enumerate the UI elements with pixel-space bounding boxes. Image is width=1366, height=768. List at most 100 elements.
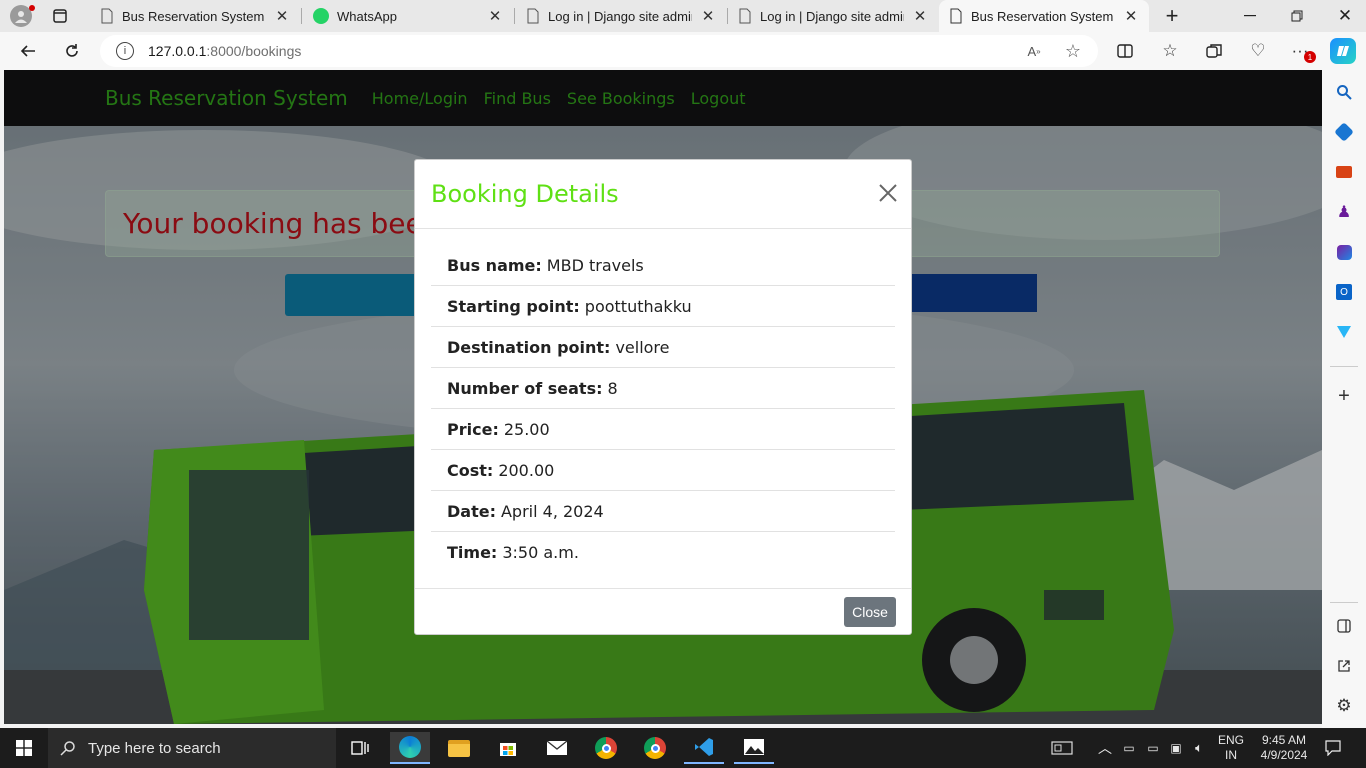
edge-taskbar-icon[interactable] xyxy=(390,732,430,764)
read-aloud-icon[interactable]: A» xyxy=(1024,41,1044,61)
info-icon[interactable]: i xyxy=(116,42,134,60)
tab-actions-icon[interactable] xyxy=(50,6,70,26)
drop-send-icon[interactable] xyxy=(1332,320,1356,344)
detail-label: Date: xyxy=(447,501,496,521)
back-arrow-icon[interactable] xyxy=(14,37,42,65)
notification-badge: 1 xyxy=(1304,51,1316,63)
photos-icon[interactable] xyxy=(734,732,774,764)
region-code: IN xyxy=(1225,748,1237,762)
modal-title: Booking Details xyxy=(431,180,619,208)
mail-icon[interactable] xyxy=(537,732,577,764)
page-icon xyxy=(101,8,113,24)
browser-tab[interactable]: WhatsApp ✕ xyxy=(303,0,513,32)
split-screen-icon[interactable] xyxy=(1111,37,1139,65)
close-window-icon[interactable]: ✕ xyxy=(1333,4,1357,28)
games-icon[interactable]: ♟ xyxy=(1332,200,1356,224)
show-hidden-icons-icon[interactable]: ︿ xyxy=(1095,728,1115,768)
detail-label: Starting point: xyxy=(447,296,580,316)
whatsapp-icon xyxy=(313,8,329,24)
detail-value: 200.00 xyxy=(498,460,555,480)
search-icon xyxy=(60,740,76,756)
volume-icon[interactable]: 🔈︎ xyxy=(1189,728,1209,768)
tab-separator xyxy=(301,8,302,24)
clock[interactable]: 9:45 AM 4/9/2024 xyxy=(1253,728,1315,768)
tab-title: WhatsApp xyxy=(337,8,397,24)
detail-value: 25.00 xyxy=(503,419,550,439)
language-indicator[interactable]: ENG IN xyxy=(1213,728,1249,768)
notification-center-icon[interactable] xyxy=(1322,728,1344,768)
modal-close-button[interactable]: Close xyxy=(844,597,896,627)
external-link-icon[interactable] xyxy=(1332,654,1356,678)
detail-label: Cost: xyxy=(447,460,494,480)
page-icon xyxy=(739,8,751,24)
vscode-icon[interactable] xyxy=(684,732,724,764)
url-path: :8000/bookings xyxy=(206,43,302,59)
add-sidebar-app-icon[interactable]: + xyxy=(1332,384,1356,408)
hide-sidebar-icon[interactable] xyxy=(1332,614,1356,638)
tab-title: Log in | Django site admin xyxy=(548,8,692,24)
favorite-star-icon[interactable]: ☆ xyxy=(1062,40,1084,62)
booking-details-modal: Booking Details Bus name: MBD travels Sta… xyxy=(414,159,912,635)
detail-row-bus-name: Bus name: MBD travels xyxy=(431,245,895,286)
desktop-peek-icon[interactable] xyxy=(1048,728,1076,768)
browser-tab-strip: Bus Reservation System in D ✕ WhatsApp ✕… xyxy=(0,0,1366,32)
browser-essentials-icon[interactable]: ♡ xyxy=(1244,37,1272,65)
close-tab-icon[interactable]: ✕ xyxy=(487,8,503,25)
file-explorer-icon[interactable] xyxy=(439,732,479,764)
browser-tab[interactable]: Log in | Django site admin ✕ xyxy=(516,0,726,32)
sidebar-divider xyxy=(1330,602,1358,603)
url-host: 127.0.0.1 xyxy=(148,43,207,59)
windows-taskbar: Type here to search ︿ ▭ ▭ ▣ 🔈︎ ENG IN 9:… xyxy=(0,728,1366,768)
restore-icon[interactable] xyxy=(1285,4,1309,28)
close-tab-icon[interactable]: ✕ xyxy=(912,8,928,25)
modal-body: Bus name: MBD travels Starting point: poot… xyxy=(415,229,911,573)
profile-alert-dot xyxy=(29,5,35,11)
close-tab-icon[interactable]: ✕ xyxy=(1123,8,1139,25)
tab-separator xyxy=(514,8,515,24)
meet-now-icon[interactable]: ▭ xyxy=(1119,728,1139,768)
microsoft-365-icon[interactable] xyxy=(1332,240,1356,264)
favorites-icon[interactable]: ☆ xyxy=(1156,37,1184,65)
url-bar[interactable]: i 127.0.0.1:8000/bookings A» ☆ xyxy=(100,35,1098,67)
browser-tab[interactable]: Log in | Django site admin ✕ xyxy=(728,0,938,32)
shopping-tag-icon[interactable] xyxy=(1332,120,1356,144)
detail-row-time: Time: 3:50 a.m. xyxy=(431,532,895,573)
windows-start-icon[interactable] xyxy=(6,732,42,764)
minimize-icon[interactable] xyxy=(1238,4,1262,28)
search-placeholder: Type here to search xyxy=(88,739,221,757)
close-tab-icon[interactable]: ✕ xyxy=(274,8,290,25)
detail-label: Bus name: xyxy=(447,255,542,275)
browser-tab[interactable]: Bus Reservation System in D ✕ xyxy=(90,0,300,32)
collections-icon[interactable] xyxy=(1200,37,1228,65)
browser-tab-active[interactable]: Bus Reservation System in D ✕ xyxy=(939,0,1149,32)
detail-label: Destination point: xyxy=(447,337,611,357)
microsoft-store-icon[interactable] xyxy=(488,732,528,764)
taskbar-search-box[interactable]: Type here to search xyxy=(48,728,336,768)
new-tab-icon[interactable]: + xyxy=(1160,3,1184,28)
detail-row-number-of-seats: Number of seats: 8 xyxy=(431,368,895,409)
modal-close-icon[interactable] xyxy=(875,180,901,206)
chrome-profile-icon[interactable] xyxy=(635,732,675,764)
refresh-icon[interactable] xyxy=(58,37,86,65)
tab-title: Bus Reservation System in D xyxy=(971,8,1115,24)
detail-value: 3:50 a.m. xyxy=(502,543,579,562)
chrome-icon[interactable] xyxy=(586,732,626,764)
copilot-icon[interactable] xyxy=(1330,38,1356,64)
detail-row-cost: Cost: 200.00 xyxy=(431,450,895,491)
tab-title: Bus Reservation System in D xyxy=(122,8,266,24)
web-page: Bus Reservation System Home/Login Find B… xyxy=(4,70,1322,724)
edge-sidebar: ♟ O + ⚙ xyxy=(1322,70,1366,728)
page-icon xyxy=(527,8,539,24)
battery-icon[interactable]: ▭ xyxy=(1142,728,1164,768)
detail-label: Number of seats: xyxy=(447,378,603,398)
network-icon[interactable]: ▣ xyxy=(1166,728,1186,768)
tools-briefcase-icon[interactable] xyxy=(1332,160,1356,184)
detail-value: MBD travels xyxy=(546,255,644,275)
detail-label: Time: xyxy=(447,543,498,562)
search-icon[interactable] xyxy=(1332,80,1356,104)
outlook-icon[interactable]: O xyxy=(1332,280,1356,304)
detail-row-price: Price: 25.00 xyxy=(431,409,895,450)
task-view-icon[interactable] xyxy=(340,732,380,764)
close-tab-icon[interactable]: ✕ xyxy=(700,8,716,25)
settings-gear-icon[interactable]: ⚙ xyxy=(1332,694,1356,718)
